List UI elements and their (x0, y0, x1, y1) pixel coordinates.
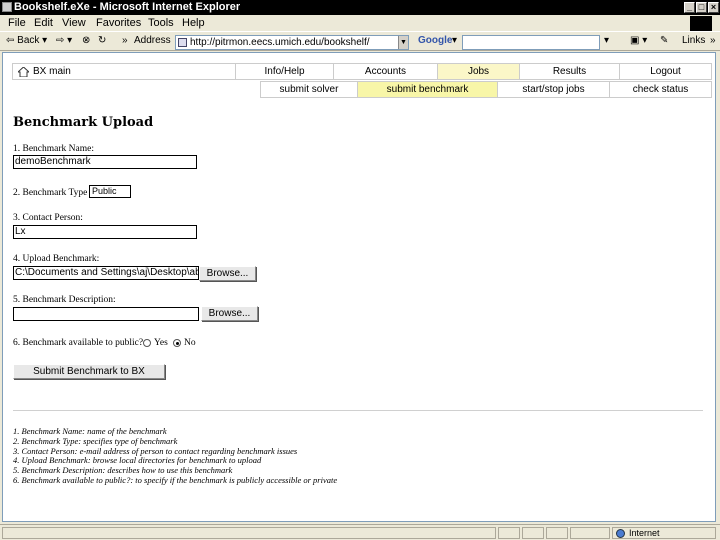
menu-view[interactable]: View (62, 17, 86, 29)
close-button[interactable]: × (708, 2, 719, 13)
toolbar-chevron-icon[interactable]: » (122, 35, 128, 46)
nav-bx-main[interactable]: BX main (12, 63, 236, 80)
description-browse-button[interactable]: Browse... (201, 306, 258, 321)
nav-info-help[interactable]: Info/Help (236, 63, 334, 80)
benchmark-description-label: 5. Benchmark Description: (13, 295, 116, 305)
public-availability-label: 6. Benchmark available to public? (13, 338, 144, 348)
address-value: http://pitrmon.eecs.umich.edu/bookshelf/ (190, 37, 370, 48)
windows-logo-icon (690, 16, 712, 31)
upload-browse-button[interactable]: Browse... (199, 266, 256, 281)
forward-icon[interactable]: ⇨ ▾ (56, 35, 72, 46)
benchmark-name-label: 1. Benchmark Name: (13, 144, 94, 154)
sub-nav-spacer (12, 81, 260, 98)
refresh-icon[interactable]: ↻ (98, 35, 106, 46)
status-cell (546, 527, 568, 539)
search-go-icon[interactable]: ▾ (604, 35, 609, 46)
nav-results[interactable]: Results (520, 63, 620, 80)
benchmark-type-select[interactable]: Public (89, 185, 131, 198)
window-title: Bookshelf.eXe - Microsoft Internet Explo… (14, 1, 241, 13)
highlight-icon[interactable]: ✎ (660, 35, 668, 46)
nav-submit-solver[interactable]: submit solver (260, 81, 358, 98)
public-yes-radio[interactable] (143, 339, 151, 347)
nav-start-stop-jobs[interactable]: start/stop jobs (498, 81, 610, 98)
nav-bx-main-label: BX main (33, 66, 71, 77)
menu-favorites[interactable]: Favorites (96, 17, 141, 29)
divider (13, 410, 703, 411)
contact-person-input[interactable]: Lx (13, 225, 197, 239)
nav-logout[interactable]: Logout (620, 63, 712, 80)
menu-tools[interactable]: Tools (148, 17, 174, 29)
main-nav: BX main Info/Help Accounts Jobs Results … (12, 63, 712, 80)
benchmark-type-value: Public (92, 186, 117, 196)
stop-icon[interactable]: ⊗ (82, 35, 90, 46)
browser-toolbar: ⇦ Back ▾ ⇨ ▾ ⊗ ↻ » Address http://pitrmo… (0, 31, 720, 51)
window-title-bar: Bookshelf.eXe - Microsoft Internet Explo… (0, 0, 720, 15)
status-zone: Internet (612, 527, 716, 539)
back-label: Back (17, 35, 40, 46)
home-icon (18, 67, 29, 77)
address-dropdown-icon[interactable]: ▼ (398, 36, 408, 49)
public-no-label: No (184, 338, 196, 348)
public-no-radio[interactable] (173, 339, 181, 347)
benchmark-name-input[interactable]: demoBenchmark (13, 155, 197, 169)
field-notes: 1. Benchmark Name: name of the benchmark… (13, 426, 338, 486)
page-title: Benchmark Upload (13, 115, 154, 130)
benchmark-type-label: 2. Benchmark Type (13, 188, 88, 198)
page-icon (178, 38, 187, 47)
back-button[interactable]: ⇦ Back ▾ (6, 35, 47, 46)
public-yes-label: Yes (154, 338, 168, 348)
google-search-input[interactable] (462, 35, 600, 50)
upload-benchmark-input[interactable]: C:\Documents and Settings\aj\Desktop\abm (13, 266, 199, 280)
minimize-button[interactable]: _ (684, 2, 695, 13)
submit-benchmark-button[interactable]: Submit Benchmark to BX (13, 364, 165, 379)
nav-jobs[interactable]: Jobs (438, 63, 520, 80)
ie-app-icon (2, 2, 12, 12)
google-logo: Google (418, 35, 453, 46)
contact-person-label: 3. Contact Person: (13, 213, 83, 223)
menu-file[interactable]: File (8, 17, 26, 29)
status-zone-label: Internet (629, 528, 660, 538)
sub-nav: submit solver submit benchmark start/sto… (12, 81, 712, 98)
status-bar: Internet (0, 524, 720, 540)
address-label: Address (134, 35, 171, 46)
google-dropdown-icon[interactable]: ▾ (452, 35, 457, 46)
menu-edit[interactable]: Edit (34, 17, 53, 29)
upload-benchmark-label: 4. Upload Benchmark: (13, 254, 100, 264)
status-cell (498, 527, 520, 539)
folder-icon[interactable]: ▣ ▾ (630, 35, 647, 46)
note-item: 6. Benchmark available to public?: to sp… (13, 474, 338, 485)
links-label[interactable]: Links (682, 35, 705, 46)
menu-bar: File Edit View Favorites Tools Help (0, 15, 720, 31)
status-message (2, 527, 496, 539)
page-content: BX main Info/Help Accounts Jobs Results … (2, 52, 716, 522)
nav-check-status[interactable]: check status (610, 81, 712, 98)
links-chevron-icon[interactable]: » (710, 35, 716, 46)
address-bar[interactable]: http://pitrmon.eecs.umich.edu/bookshelf/… (175, 35, 409, 50)
maximize-button[interactable]: □ (696, 2, 707, 13)
menu-help[interactable]: Help (182, 17, 205, 29)
status-cell (522, 527, 544, 539)
benchmark-description-input[interactable] (13, 307, 199, 321)
internet-globe-icon (616, 529, 625, 538)
nav-submit-benchmark[interactable]: submit benchmark (358, 81, 498, 98)
status-cell (570, 527, 610, 539)
nav-accounts[interactable]: Accounts (334, 63, 438, 80)
